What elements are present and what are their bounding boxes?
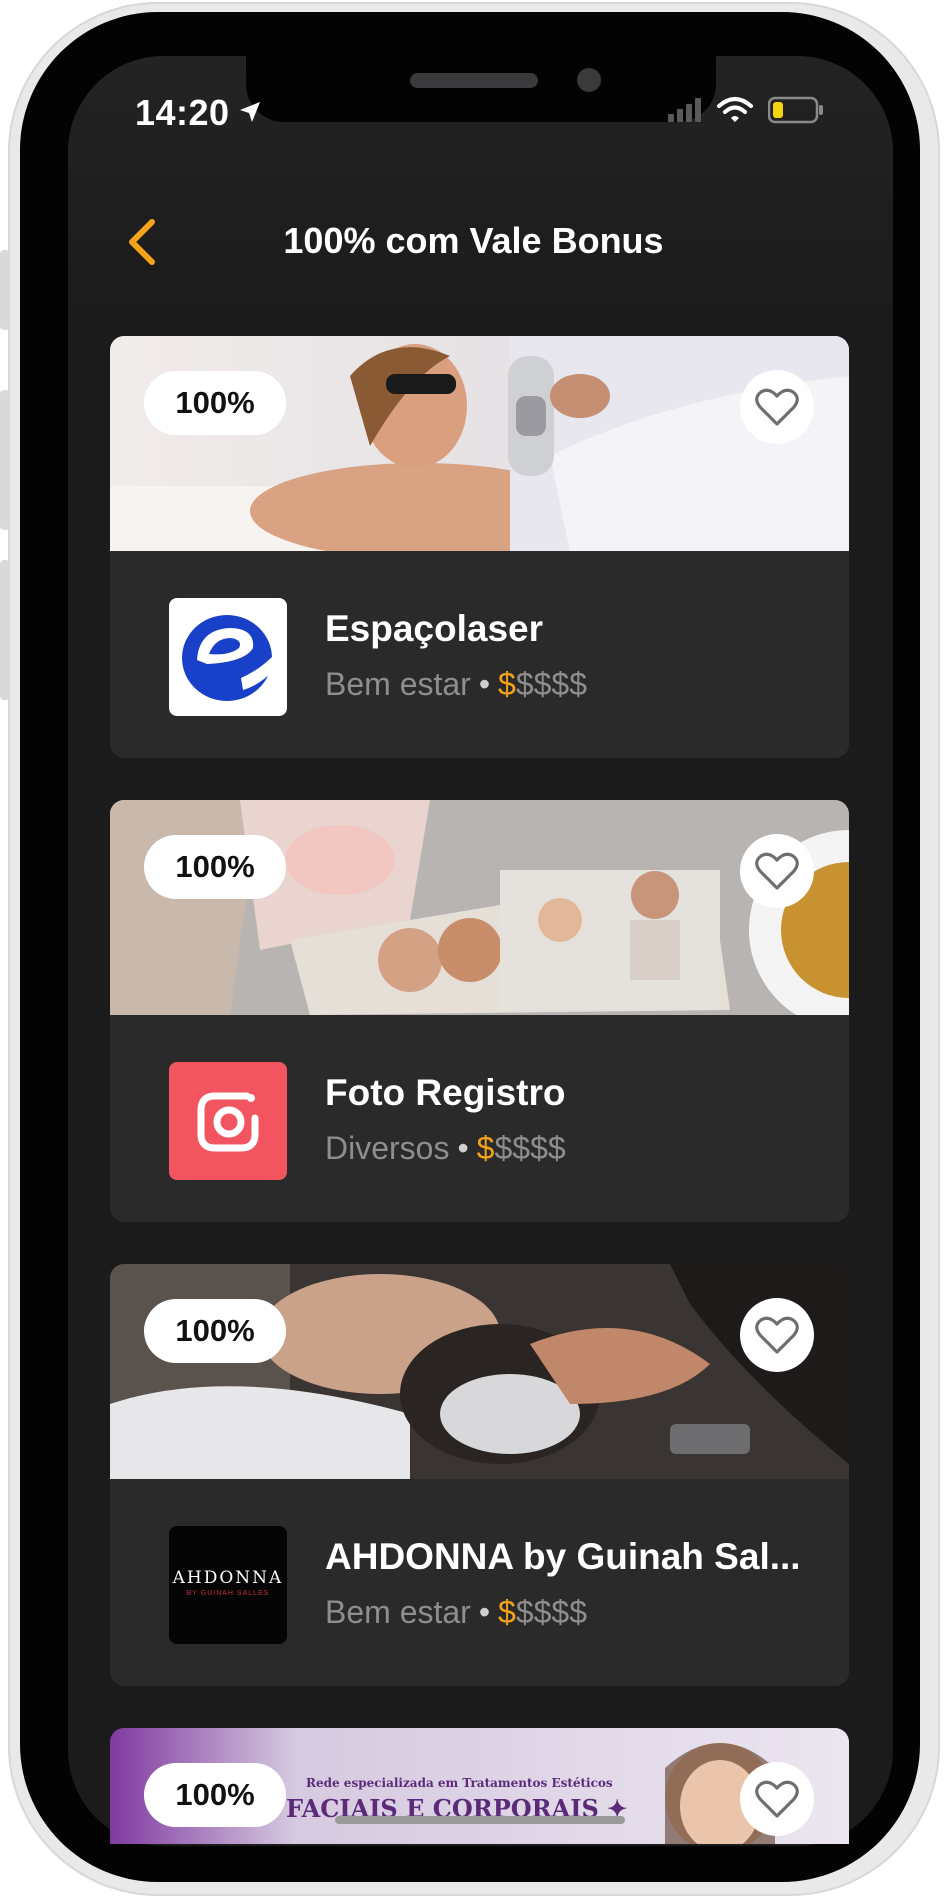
- heart-icon: [755, 1780, 799, 1818]
- facial-treatment-banner: Rede especializada em Tratamentos Estéti…: [110, 1728, 849, 1844]
- heart-icon: [755, 388, 799, 426]
- price-level-active: $: [498, 666, 516, 702]
- family-photos-collage: 100%: [110, 800, 849, 1015]
- price-level-active: $: [498, 1594, 516, 1630]
- speaker: [410, 73, 538, 88]
- price-level-inactive: $$$$: [494, 1130, 566, 1166]
- notch: [246, 56, 716, 122]
- phone-side-button: [0, 390, 10, 530]
- store-card[interactable]: 100% Espaçolaser Bem estar • $$$$$: [110, 336, 849, 758]
- discount-badge: 100%: [144, 1763, 286, 1827]
- ahdonna-logo-subtext: BY GUINAH SALLES: [186, 1590, 270, 1597]
- home-indicator[interactable]: [335, 1816, 625, 1824]
- laser-treatment-photo: 100%: [110, 336, 849, 551]
- discount-badge: 100%: [144, 835, 286, 899]
- back-button[interactable]: [120, 216, 164, 268]
- status-icons: [668, 96, 824, 124]
- store-name: AHDONNA by Guinah Sal...: [325, 1536, 801, 1577]
- price-level-inactive: $$$$: [515, 666, 588, 702]
- hair-wash-photo: 100%: [110, 1264, 849, 1479]
- favorite-button[interactable]: [740, 1762, 814, 1836]
- page-title: 100% com Vale Bonus: [283, 220, 664, 261]
- store-name: Foto Registro: [325, 1072, 566, 1113]
- store-card[interactable]: 100% AHDONNA BY GUINAH SALLES AHDONNA by…: [110, 1264, 849, 1686]
- store-category: Bem estar: [325, 1594, 471, 1630]
- store-card[interactable]: 100% Foto Registro Diversos • $$$$$: [110, 800, 849, 1222]
- discount-badge: 100%: [144, 371, 286, 435]
- front-camera: [577, 68, 601, 92]
- phone-side-button: [0, 250, 10, 330]
- espacolaser-logo: [169, 598, 287, 716]
- heart-icon: [755, 1316, 799, 1354]
- camera-logo: [169, 1062, 287, 1180]
- status-time: 14:20: [135, 92, 230, 133]
- location-arrow-icon: [240, 102, 260, 122]
- wifi-icon: [717, 97, 753, 122]
- store-category: Diversos: [325, 1130, 450, 1166]
- favorite-button[interactable]: [740, 370, 814, 444]
- store-category: Bem estar: [325, 666, 471, 702]
- heart-icon: [755, 852, 799, 890]
- phone-side-button: [0, 560, 10, 700]
- price-level-active: $: [476, 1130, 495, 1166]
- store-name: Espaçolaser: [325, 608, 544, 649]
- store-meta: Bem estar • $$$$$: [325, 666, 588, 702]
- favorite-button[interactable]: [740, 1298, 814, 1372]
- ahdonna-logo-text: AHDONNA: [172, 1568, 284, 1588]
- store-meta: Diversos • $$$$$: [325, 1130, 566, 1166]
- store-card[interactable]: Rede especializada em Tratamentos Estéti…: [110, 1728, 849, 1844]
- store-meta: Bem estar • $$$$$: [325, 1594, 588, 1630]
- favorite-button[interactable]: [740, 834, 814, 908]
- ahdonna-logo: AHDONNA BY GUINAH SALLES: [169, 1526, 287, 1644]
- battery-icon: [768, 96, 823, 124]
- discount-badge: 100%: [144, 1299, 286, 1363]
- signal-icon: [668, 98, 701, 122]
- price-level-inactive: $$$$: [515, 1594, 588, 1630]
- banner-small-text: Rede especializada em Tratamentos Estéti…: [306, 1776, 613, 1790]
